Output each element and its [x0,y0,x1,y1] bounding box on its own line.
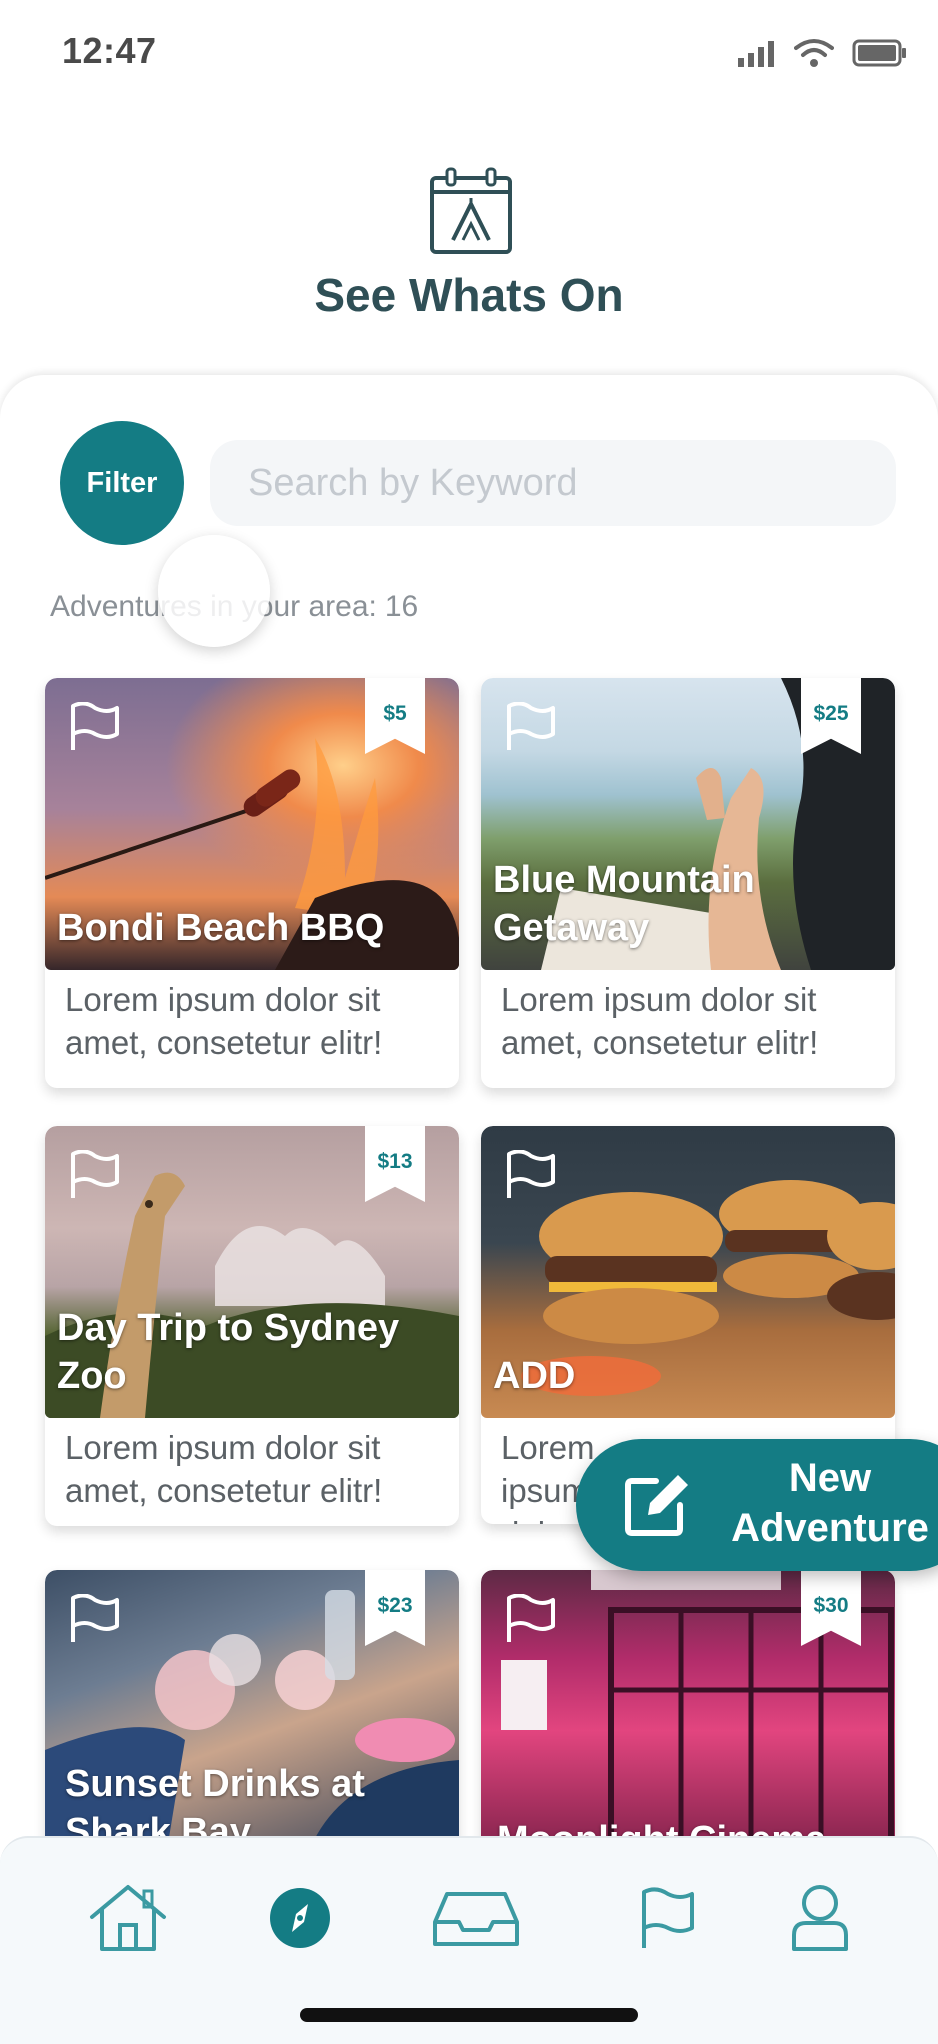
card-title: Blue Mountain Getaway [493,859,755,949]
card-image-cinema: $30 Moonlight Cinema [481,1570,895,1862]
touch-indicator [158,535,270,647]
wifi-icon [794,39,834,67]
signal-bars-icon [738,41,774,67]
status-time: 12:47 [62,30,157,71]
app-screen: 12:47 See Whats On Filter Search by Keyw… [0,0,938,2044]
flag-icon[interactable] [67,1150,121,1200]
home-indicator[interactable] [300,2008,638,2022]
edit-icon [625,1475,688,1536]
adventure-card[interactable]: $13 Day Trip to Sydney Zoo Lorem ipsum d… [45,1126,459,1526]
card-image-bbq: $5 Bondi Beach BBQ [45,678,459,970]
status-bar: 12:47 [0,0,938,110]
card-description: Lorem ipsum dolor sit amet, consetetur e… [65,1429,383,1509]
card-image-zoo: $13 Day Trip to Sydney Zoo [45,1126,459,1418]
card-title: Day Trip to Sydney Zoo [57,1307,400,1397]
flag-icon[interactable] [503,1150,557,1200]
card-description: Lorem ipsum dolor sit amet, consetetur e… [501,981,819,1061]
adventures-count-value: 16 [384,590,419,623]
card-image-drinks: $23 Sunset Drinks at Shark Bay [45,1570,459,1862]
new-adventure-label: New Adventure [731,1456,929,1550]
card-image-getaway: $25 Blue Mountain Getaway [481,678,895,970]
flag-icon[interactable] [67,702,121,752]
nav-explore[interactable] [252,1878,348,1958]
card-description: Lorem ipsum dolor sit amet, consetetur e… [65,981,383,1061]
battery-icon [852,39,906,67]
flag-icon[interactable] [503,702,557,752]
adventure-card[interactable]: $23 Sunset Drinks at Shark Bay [45,1570,459,1870]
nav-inbox[interactable] [428,1878,524,1958]
adventure-card[interactable]: $30 Moonlight Cinema [481,1570,895,1870]
adventure-card[interactable]: $5 Bondi Beach BBQ Lorem ipsum dolor sit… [45,678,459,1088]
inbox-icon [433,1892,519,1946]
home-icon [90,1885,166,1951]
adventure-card[interactable]: $25 Blue Mountain Getaway Lorem ipsum do… [481,678,895,1088]
flag-icon[interactable] [503,1594,557,1644]
page-title: See Whats On [314,269,624,321]
nav-home[interactable] [80,1878,176,1958]
flag-icon[interactable] [67,1594,121,1644]
card-title: Bondi Beach BBQ [57,907,385,949]
compass-icon [270,1888,330,1948]
card-image-burgers: ADD [481,1126,895,1418]
filter-button[interactable]: Filter [60,421,184,545]
search-input[interactable]: Search by Keyword [210,440,896,526]
new-adventure-button[interactable]: New Adventure [576,1439,938,1571]
flag-icon [642,1887,694,1948]
calendar-tent-icon [430,167,512,254]
nav-profile[interactable] [772,1878,868,1958]
nav-flags[interactable] [620,1878,716,1958]
status-icons [736,38,908,68]
card-title: ADD [493,1355,576,1397]
user-icon [792,1885,848,1951]
